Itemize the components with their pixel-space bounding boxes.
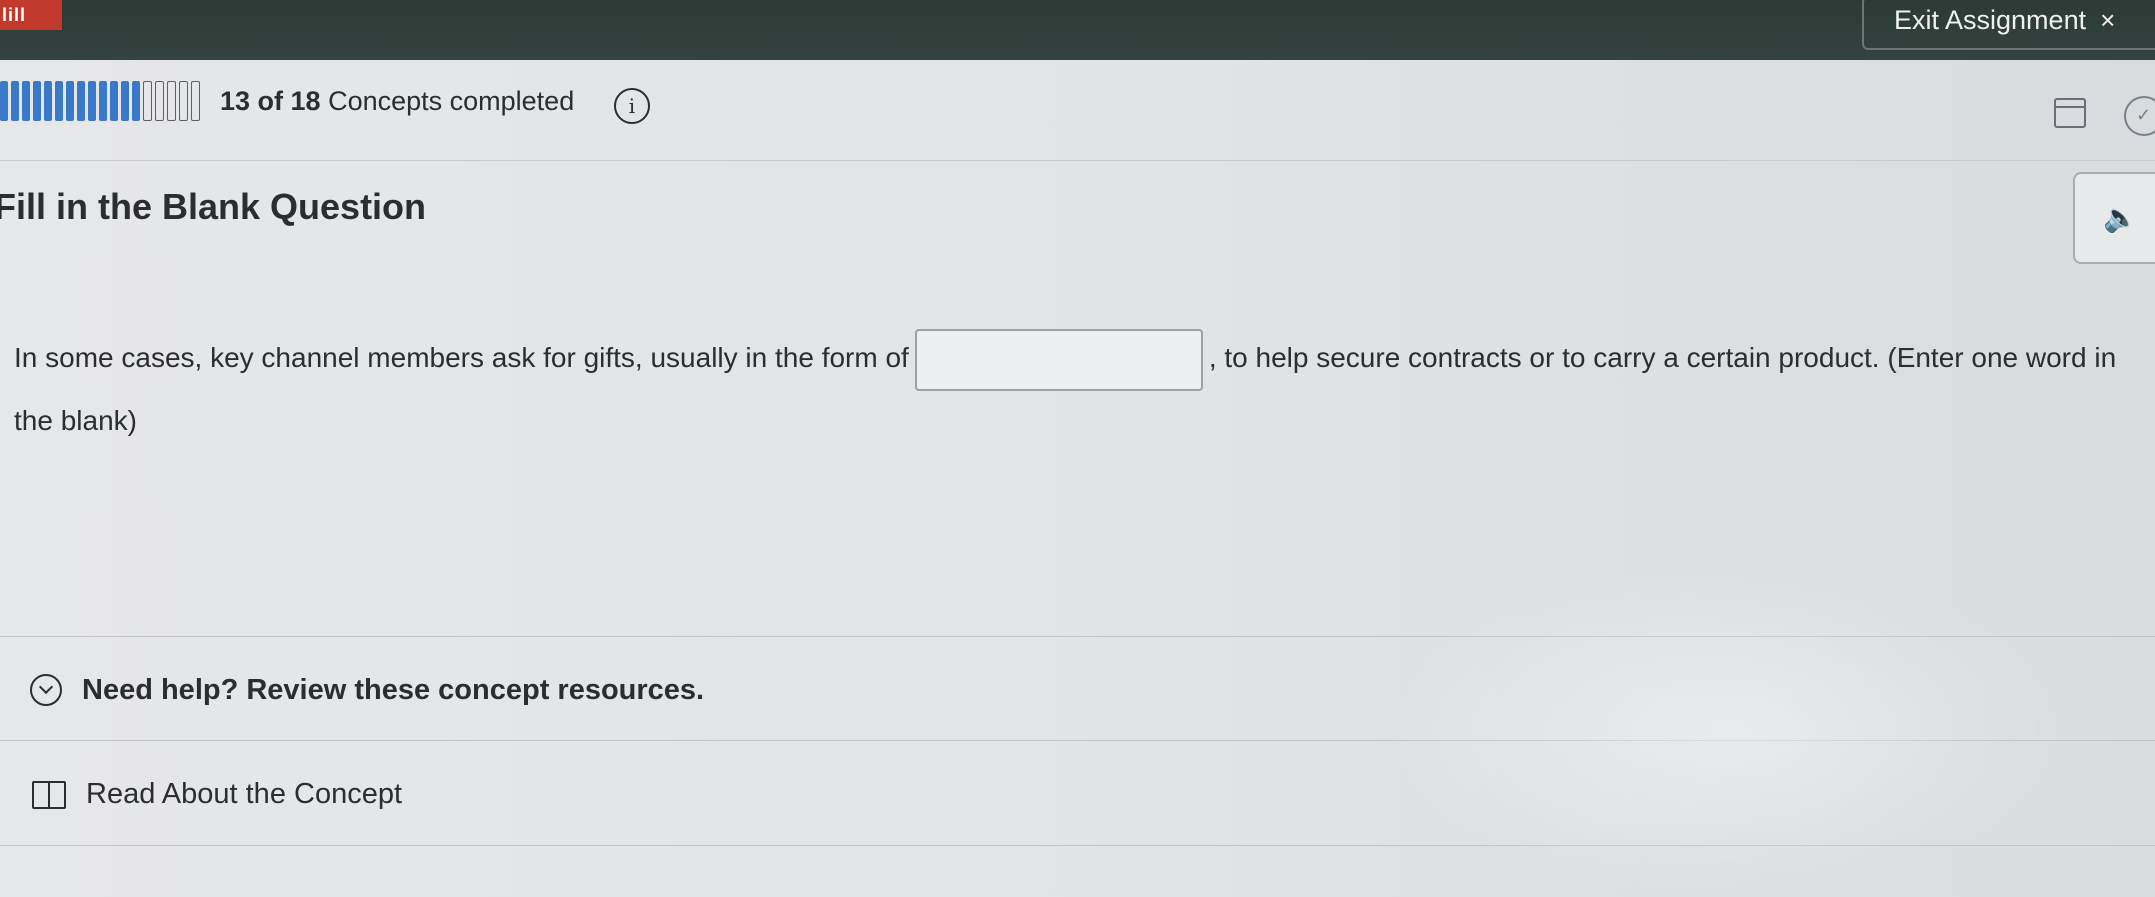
divider xyxy=(0,740,2155,741)
screen-glare xyxy=(1380,560,2080,897)
progress-segment-incomplete xyxy=(143,81,152,121)
book-icon xyxy=(32,780,66,809)
page: lill Exit Assignment × 13 of 18 Concepts … xyxy=(0,0,2155,897)
read-about-concept-label: Read About the Concept xyxy=(86,778,403,810)
question-title: Fill in the Blank Question xyxy=(0,186,427,227)
concept-progress-bar xyxy=(0,81,200,121)
divider xyxy=(0,636,2155,637)
speaker-icon: 🔈 xyxy=(2103,202,2138,233)
progress-segment-incomplete xyxy=(167,81,176,121)
progress-segment-incomplete xyxy=(179,81,188,121)
chevron-down-icon xyxy=(30,674,62,706)
progress-segment-complete xyxy=(22,81,30,121)
progress-segment-incomplete xyxy=(155,81,164,121)
progress-segment-complete xyxy=(66,81,74,121)
progress-segment-complete xyxy=(110,81,118,121)
progress-segment-complete xyxy=(0,81,8,121)
progress-segment-complete xyxy=(132,81,140,121)
read-aloud-button[interactable]: 🔈 xyxy=(2073,172,2155,264)
calendar-icon[interactable] xyxy=(2054,98,2086,128)
read-about-concept-link[interactable]: Read About the Concept xyxy=(32,778,402,811)
divider xyxy=(0,160,2155,161)
progress-text: 13 of 18 Concepts completed xyxy=(220,86,574,117)
progress-segment-complete xyxy=(88,81,96,121)
question-prompt: In some cases, key channel members ask f… xyxy=(14,328,2134,451)
check-circle-icon[interactable]: ✓ xyxy=(2124,96,2155,136)
close-icon: × xyxy=(2100,5,2116,35)
progress-segment-complete xyxy=(121,81,129,121)
prompt-text-before: In some cases, key channel members ask f… xyxy=(14,342,909,373)
progress-segment-incomplete xyxy=(191,81,200,121)
progress-segment-complete xyxy=(99,81,107,121)
progress-segment-complete xyxy=(11,81,19,121)
answer-blank-input[interactable] xyxy=(914,328,1203,391)
progress-segment-complete xyxy=(55,81,63,121)
top-bar: lill Exit Assignment × xyxy=(0,0,2155,60)
progress-segment-complete xyxy=(33,81,41,121)
divider xyxy=(0,845,2155,846)
progress-segment-complete xyxy=(44,81,52,121)
progress-label: Concepts completed xyxy=(328,86,575,116)
help-resources-toggle[interactable]: Need help? Review these concept resource… xyxy=(30,670,704,710)
progress-count: 13 of 18 xyxy=(220,86,321,116)
brand-logo: lill xyxy=(0,0,62,30)
exit-assignment-label: Exit Assignment xyxy=(1894,5,2087,35)
help-resources-label: Need help? Review these concept resource… xyxy=(82,673,705,706)
info-icon[interactable]: i xyxy=(614,88,650,124)
exit-assignment-button[interactable]: Exit Assignment × xyxy=(1862,0,2155,50)
progress-segment-complete xyxy=(77,81,85,121)
